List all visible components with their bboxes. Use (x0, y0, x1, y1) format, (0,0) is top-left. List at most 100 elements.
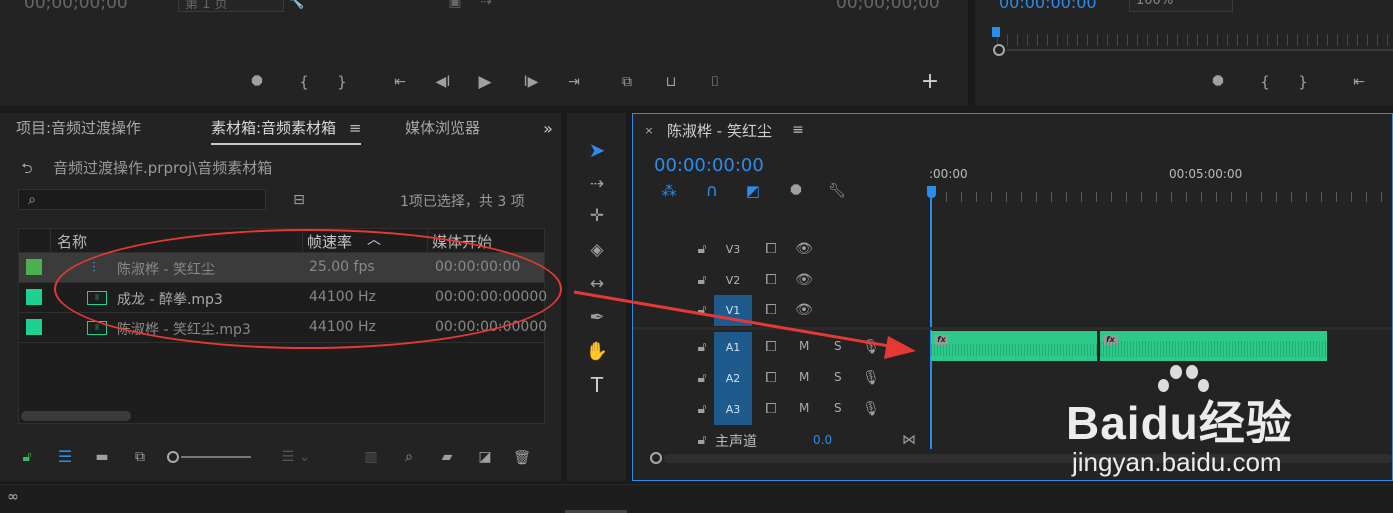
mute-button[interactable]: M (799, 370, 809, 384)
column-name[interactable]: 名称 (57, 231, 87, 252)
mark-out-icon[interactable]: } (336, 74, 348, 90)
tab-bin[interactable]: 素材箱:音频素材箱 ≡ (211, 113, 362, 147)
timeline-timecode[interactable]: 00:00:00:00 (654, 155, 764, 176)
time-ruler[interactable] (931, 192, 1391, 202)
audio-clip[interactable]: fx (931, 331, 1097, 361)
track-v3[interactable]: 🔓︎ V3 ⧠ 👁︎ (633, 234, 931, 265)
mute-button[interactable]: M (799, 401, 809, 415)
export-frame-small-icon[interactable]: ▣ (448, 0, 462, 9)
mark-out-icon[interactable]: } (1297, 74, 1309, 90)
program-scrollbar-knob[interactable] (993, 44, 1005, 56)
go-to-end-icon[interactable]: ⋈ (901, 433, 917, 447)
step-forward-icon[interactable]: I▶ (522, 74, 540, 90)
eye-icon[interactable]: 👁︎ (795, 242, 813, 256)
find-icon[interactable]: ⌕ (400, 449, 418, 465)
search-input[interactable] (45, 191, 261, 208)
mark-in-icon[interactable]: { (1259, 74, 1271, 90)
list-view-icon[interactable]: ☰ (54, 449, 76, 465)
track-label[interactable]: A3 (714, 394, 752, 425)
microphone-icon[interactable]: 🎙︎ (862, 370, 880, 386)
add-marker-icon[interactable]: ⯃ (250, 74, 264, 90)
lock-icon[interactable]: 🔓︎ (20, 449, 34, 465)
zoom-select[interactable]: 100% (1129, 0, 1233, 12)
add-marker-icon[interactable]: ⯃ (789, 183, 803, 199)
mark-in-icon[interactable]: { (298, 74, 310, 90)
zoom-slider-knob[interactable] (167, 451, 179, 463)
search-field[interactable]: ⌕ (18, 189, 266, 210)
track-label[interactable]: V3 (714, 234, 752, 265)
tab-media-browser[interactable]: 媒体浏览器 (405, 113, 480, 147)
razor-tool-icon[interactable]: ◈ (582, 237, 612, 263)
label-color-swatch[interactable] (26, 319, 42, 335)
master-volume[interactable]: 0.0 (813, 433, 832, 447)
snap-icon[interactable]: ∩ (702, 182, 722, 200)
solo-button[interactable]: S (834, 401, 842, 415)
go-to-out-icon[interactable]: ⇥ (564, 74, 584, 90)
playhead-head[interactable] (927, 186, 936, 198)
master-track[interactable]: 🔓︎ 主声道 0.0 ⋈ (633, 425, 931, 456)
program-scrollbar[interactable] (1007, 49, 1393, 51)
horizontal-scrollbar[interactable] (21, 411, 131, 421)
selection-tool-icon[interactable]: ➤ (582, 137, 612, 163)
wrench-icon[interactable]: 🔧︎ (828, 183, 846, 199)
trash-icon[interactable]: 🗑︎ (513, 449, 531, 467)
track-a2[interactable]: 🔓︎ A2 ⧠ M S 🎙︎ (633, 363, 931, 394)
go-to-in-icon[interactable]: ⇤ (390, 74, 410, 90)
audio-clip[interactable]: fx (1100, 331, 1327, 361)
track-select-tool-icon[interactable]: ⇢ (582, 171, 612, 197)
step-back-icon[interactable]: ◀I (434, 74, 452, 90)
sync-lock-icon[interactable]: ⧠ (763, 402, 779, 416)
back-folder-icon[interactable]: ⮌ (16, 161, 38, 177)
zoom-slider[interactable] (167, 451, 255, 463)
go-to-in-icon[interactable]: ⇤ (1349, 74, 1369, 90)
track-a3[interactable]: 🔓︎ A3 ⧠ M S 🎙︎ (633, 394, 931, 425)
label-color-swatch[interactable] (26, 259, 42, 275)
lock-icon[interactable]: 🔓︎ (696, 433, 708, 447)
creative-cloud-icon[interactable]: ∞ (4, 489, 22, 505)
source-timecode[interactable]: 00;00;00;00 (24, 0, 128, 13)
sync-lock-icon[interactable]: ⧠ (763, 371, 779, 385)
program-ruler[interactable] (997, 34, 1393, 46)
new-bin-icon[interactable]: ▰ (438, 449, 456, 465)
add-button-icon[interactable]: + (920, 71, 940, 93)
automate-to-sequence-icon[interactable]: ▥ (360, 449, 382, 465)
tab-menu-icon[interactable]: ≡ (349, 119, 362, 137)
label-color-swatch[interactable] (26, 289, 42, 305)
program-playhead[interactable] (992, 27, 1000, 37)
track-label[interactable]: A2 (714, 363, 752, 394)
lock-icon[interactable]: 🔓︎ (696, 402, 708, 416)
page-select[interactable]: 第 1 页 (178, 0, 284, 12)
wrench-icon[interactable]: 🔧 (287, 0, 304, 9)
sequence-tab[interactable]: 陈淑桦 - 笑红尘 (667, 120, 772, 141)
find-in-bin-icon[interactable]: ⊟ (290, 193, 308, 207)
lock-icon[interactable]: 🔓︎ (696, 371, 708, 385)
sort-icons-icon[interactable]: ☰ ⌄ (276, 449, 316, 465)
solo-button[interactable]: S (834, 370, 842, 384)
tab-project[interactable]: 项目:音频过渡操作 (16, 113, 141, 147)
sync-lock-icon[interactable]: ⧠ (763, 242, 779, 256)
label-column-header[interactable] (19, 229, 51, 253)
program-timecode[interactable]: 00:00:00:00 (999, 0, 1097, 12)
close-tab-icon[interactable]: × (643, 124, 655, 136)
freeform-view-icon[interactable]: ⧉ (128, 449, 152, 465)
overwrite-button-icon[interactable]: ⊔ (660, 72, 682, 92)
add-marker-icon[interactable]: ⯃ (1211, 74, 1225, 90)
play-icon[interactable]: ▶ (476, 72, 494, 92)
lock-icon[interactable]: 🔓︎ (696, 242, 708, 256)
icon-view-icon[interactable]: ▬ (94, 449, 110, 465)
ripple-edit-tool-icon[interactable]: ✛ (582, 203, 612, 229)
type-tool-icon[interactable]: T (582, 372, 612, 398)
new-item-icon[interactable]: ◪ (476, 449, 494, 465)
baidu-logo: Baidu经验 (1066, 365, 1382, 449)
panel-overflow-icon[interactable]: » (540, 121, 556, 137)
insert-icon[interactable]: ⇢ (478, 0, 494, 9)
nest-icon[interactable]: ⁂ (659, 182, 679, 200)
tab-menu-icon[interactable]: ≡ (791, 123, 805, 137)
insert-button-icon[interactable]: ⧉ (616, 72, 638, 92)
zoom-slider-track[interactable] (181, 456, 251, 458)
timeline-scrollbar[interactable] (664, 454, 1392, 463)
linked-selection-icon[interactable]: ◩ (743, 182, 763, 200)
timeline-scrollbar-knob[interactable] (650, 452, 662, 464)
camera-icon[interactable]: ⌷ (706, 74, 724, 90)
microphone-icon[interactable]: 🎙︎ (862, 401, 880, 417)
